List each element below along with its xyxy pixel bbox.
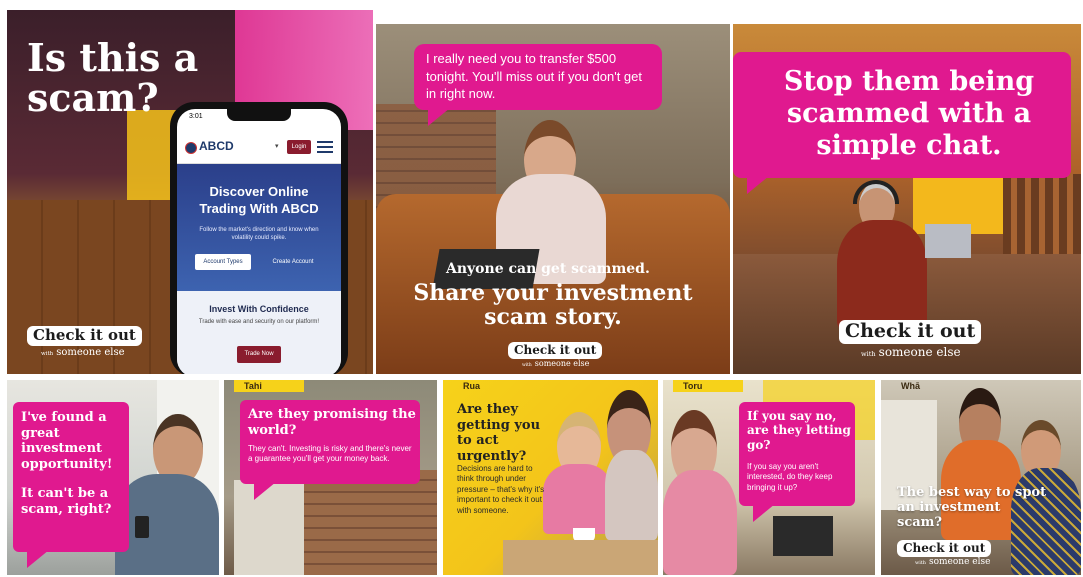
card-text: Trade with ease and security on our plat… [198, 319, 320, 325]
message-bubble: I really need you to transfer $500 tonig… [414, 44, 662, 126]
check-it-out-logo: Check it out with someone else [839, 320, 982, 359]
check-it-out-logo: Check it out with someone else [508, 342, 603, 368]
brand-name: ABCD [199, 139, 234, 153]
brand-logo-icon [185, 142, 197, 154]
card-title: Invest With Confidence [209, 304, 309, 314]
laptop [773, 516, 833, 556]
logo-main: Check it out [27, 326, 142, 346]
hero-text: Follow the market's direction and know w… [199, 227, 319, 242]
logo-sub: someone else [534, 359, 590, 368]
body: Decisions are hard to think through unde… [457, 464, 545, 515]
ad-panel-simple-chat: Stop them being scammed with a simple ch… [733, 24, 1081, 374]
woman-body [663, 470, 737, 575]
headline: Stop them being scammed with a simple ch… [783, 66, 1035, 161]
ad-panel-share-story: I really need you to transfer $500 tonig… [376, 24, 730, 374]
logo-with: with [41, 351, 54, 357]
phone-screen: 3:01 ABCD ▾ Login Discover Online Tradin… [177, 109, 341, 374]
logo-with: with [915, 560, 926, 566]
tag-name: Whā [901, 381, 920, 391]
ad-panel-is-this-a-scam: Is this a scam? 3:01 ABCD ▾ Login Discov… [7, 10, 373, 374]
ad-panel-act-urgently: Rua Are they getting you to act urgently… [443, 380, 658, 575]
message-bubble: If you say no, are they letting go? If y… [739, 402, 855, 522]
trade-now-button[interactable]: Trade Now [237, 346, 281, 363]
logo-main: Check it out [508, 342, 603, 359]
ad-panel-great-opportunity: I've found a great investment opportunit… [7, 380, 219, 575]
woman-blonde-body [543, 464, 613, 534]
logo-main: Check it out [839, 320, 982, 344]
hamburger-menu-icon[interactable] [317, 141, 333, 153]
tag-name: Rua [463, 381, 481, 391]
bookshelf [1003, 174, 1081, 264]
account-types-button[interactable]: Account Types [195, 254, 251, 270]
headline: The best way to spot an investment scam? [897, 485, 1047, 530]
headphones-icon [853, 180, 899, 204]
headline: Share your investment scam story. [413, 280, 693, 331]
body: They can't. Investing is risky and there… [248, 444, 412, 464]
logo-main: Check it out [897, 540, 992, 557]
phone [135, 516, 149, 538]
man-body [837, 220, 927, 330]
tag-name: Toru [683, 381, 703, 391]
site-header: ABCD ▾ Login [177, 133, 341, 164]
message-bubble: Are they promising the world? They can't… [240, 400, 420, 500]
logo-sub: someone else [878, 345, 961, 359]
title: If you say no, are they letting go? [747, 409, 851, 452]
kicker: Anyone can get scammed. [446, 261, 650, 277]
phone-mockup: 3:01 ABCD ▾ Login Discover Online Tradin… [170, 102, 348, 374]
message-bubble: I've found a great investment opportunit… [13, 402, 129, 568]
login-button[interactable]: Login [287, 140, 311, 154]
create-account-button[interactable]: Create Account [263, 254, 323, 270]
tag-name: Tahi [244, 381, 262, 391]
ad-panel-letting-go: Toru If you say no, are they letting go?… [663, 380, 875, 575]
brick-wall [304, 470, 437, 575]
body: If you say you aren't interested, do the… [747, 462, 833, 492]
message-line-1: I've found a great investment opportunit… [21, 410, 113, 472]
title: Are they getting you to act urgently? [457, 402, 541, 464]
status-time: 3:01 [189, 113, 203, 120]
ad-panel-promising-world: Tahi Are they promising the world? They … [224, 380, 437, 575]
man-body [115, 474, 219, 575]
message-text: I really need you to transfer $500 tonig… [426, 51, 642, 102]
logo-sub: someone else [56, 347, 125, 358]
ad-panel-best-way: Whā The best way to spot an investment s… [881, 380, 1081, 575]
title: Are they promising the world? [248, 407, 416, 438]
message-line-2: It can't be a scam, right? [21, 486, 112, 517]
hero-title: Discover Online Trading With ABCD [199, 184, 319, 216]
notch [227, 109, 291, 121]
woman-dark-body [605, 450, 658, 540]
chevron-down-icon[interactable]: ▾ [275, 142, 279, 150]
table [503, 540, 658, 575]
logo-sub: someone else [928, 557, 991, 567]
hero-section: Discover Online Trading With ABCD Follow… [177, 164, 341, 291]
logo-with: with [861, 350, 876, 358]
laptop [925, 224, 971, 258]
logo-with: with [522, 363, 532, 368]
check-it-out-logo: Check it out with someone else [897, 540, 992, 567]
invest-card: Invest With Confidence Trade with ease a… [177, 291, 341, 374]
check-it-out-logo: Check it out with someone else [27, 326, 142, 358]
